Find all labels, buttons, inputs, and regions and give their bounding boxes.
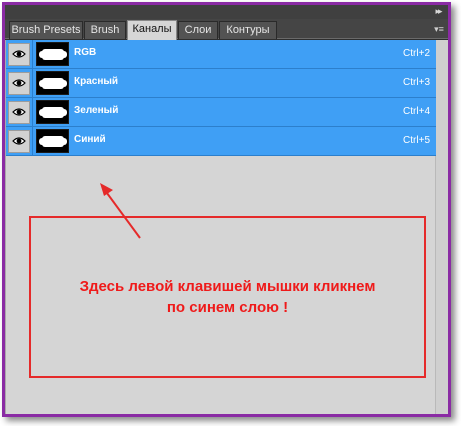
tab-layers[interactable]: Слои <box>178 21 218 39</box>
annotation-line-1: Здесь левой клавишей мышки кликнем <box>79 278 376 295</box>
annotation-line-2: по синем слою ! <box>166 299 289 316</box>
channel-row-rgb[interactable]: RGB Ctrl+2 <box>6 40 436 69</box>
channel-name: RGB <box>74 47 97 58</box>
channel-thumbnail <box>36 129 69 153</box>
row-divider <box>32 69 33 98</box>
channel-name: Красный <box>74 76 119 87</box>
annotation-box: Здесь левой клавишей мышки кликнем по си… <box>29 216 426 378</box>
channel-name: Зеленый <box>74 105 119 116</box>
channel-thumbnail <box>36 100 69 124</box>
channel-shortcut: Ctrl+4 <box>403 106 430 117</box>
row-divider <box>32 127 33 156</box>
channels-list: RGB Ctrl+2 Красный Ctrl+3 Зеленый Ctrl+4 <box>5 40 448 414</box>
panel-menu-icon[interactable]: ▾≡ <box>432 22 446 36</box>
row-divider <box>32 40 33 69</box>
double-chevron-right-icon[interactable]: ▸▸ <box>431 6 445 17</box>
eye-icon[interactable] <box>8 130 30 153</box>
channel-shortcut: Ctrl+5 <box>403 135 430 146</box>
panel-tab-bar: Brush Presets Brush Каналы Слои Контуры … <box>5 19 448 40</box>
channel-name: Синий <box>74 134 106 145</box>
channel-row-green[interactable]: Зеленый Ctrl+4 <box>6 98 436 127</box>
tab-brush[interactable]: Brush <box>84 21 126 39</box>
row-divider <box>32 98 33 127</box>
panel-title-strip: ▸▸ <box>5 5 448 19</box>
channel-thumbnail <box>36 71 69 95</box>
eye-icon[interactable] <box>8 101 30 124</box>
channel-row-red[interactable]: Красный Ctrl+3 <box>6 69 436 98</box>
annotation-text: Здесь левой клавишей мышки кликнем по си… <box>31 276 424 318</box>
channel-shortcut: Ctrl+3 <box>403 77 430 88</box>
channel-shortcut: Ctrl+2 <box>403 48 430 59</box>
scrollbar[interactable] <box>435 40 448 414</box>
eye-icon[interactable] <box>8 72 30 95</box>
eye-icon[interactable] <box>8 43 30 66</box>
tab-brush-presets[interactable]: Brush Presets <box>9 21 83 39</box>
channel-row-blue[interactable]: Синий Ctrl+5 <box>6 127 436 156</box>
channel-thumbnail <box>36 42 69 66</box>
tab-paths[interactable]: Контуры <box>219 21 277 39</box>
channels-panel-window: ▸▸ Brush Presets Brush Каналы Слои Конту… <box>2 2 451 417</box>
tab-channels[interactable]: Каналы <box>127 20 177 40</box>
